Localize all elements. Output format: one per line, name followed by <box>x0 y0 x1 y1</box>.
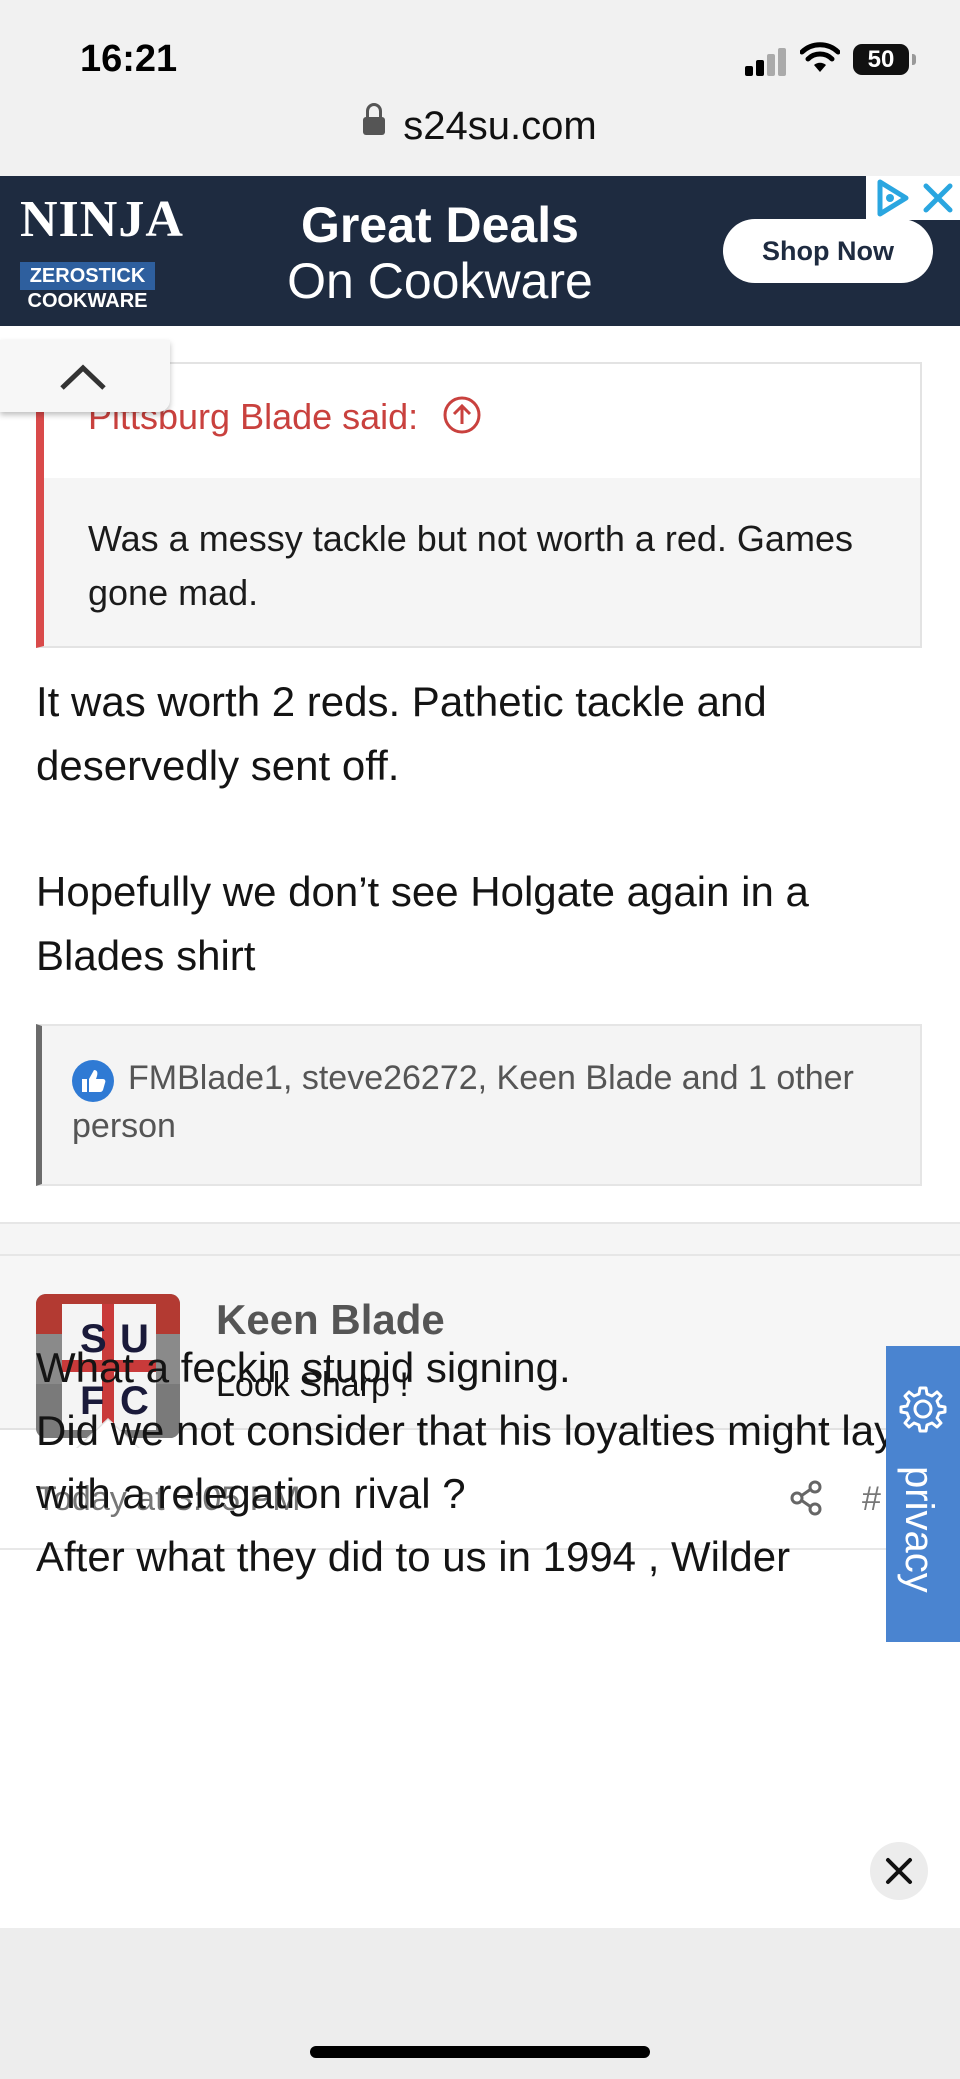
ad-banner[interactable]: NINJA ZEROSTICK COOKWARE Great Deals On … <box>0 176 960 326</box>
lock-icon <box>363 103 386 136</box>
url-text: s24su.com <box>403 104 597 148</box>
thread-content: Pittsburg Blade said: Was a messy tackle… <box>0 326 960 1928</box>
ad-choices[interactable] <box>866 176 960 220</box>
privacy-button[interactable]: privacy <box>886 1346 960 1642</box>
wifi-icon <box>800 42 840 72</box>
ad-brand: NINJA <box>20 191 184 248</box>
post-paragraph: It was worth 2 reds. Pathetic tackle and… <box>36 678 767 789</box>
close-ad-icon[interactable] <box>918 176 958 220</box>
privacy-label: privacy <box>897 1466 941 1593</box>
ad-headline: Great Deals <box>301 197 579 253</box>
ad-sub1: ZEROSTICK <box>20 262 155 290</box>
likes-text: FMBlade1, steve26272, Keen Blade and 1 o… <box>72 1059 854 1145</box>
post-line: What a feckin stupid signing. <box>36 1344 571 1391</box>
post-line: Did we not consider that his loyalties m… <box>36 1407 896 1517</box>
quote-text: Was a messy tackle but not worth a red. … <box>88 518 853 613</box>
post-line: After what they did to us in 1994 , Wild… <box>36 1533 791 1580</box>
post-body: What a feckin stupid signing. Did we not… <box>36 1336 926 1588</box>
url-bar[interactable]: s24su.com <box>0 100 960 176</box>
home-indicator[interactable] <box>310 2046 650 2058</box>
shop-now-button[interactable]: Shop Now <box>723 219 933 283</box>
ad-subline: On Cookware <box>287 253 593 309</box>
arrow-up-circle-icon[interactable] <box>442 395 482 435</box>
gear-icon <box>899 1386 947 1433</box>
bottom-toolbar <box>0 1928 960 2079</box>
clock: 16:21 <box>80 38 178 80</box>
post-body: It was worth 2 reds. Pathetic tackle and… <box>36 670 916 988</box>
chevron-up-icon <box>60 364 106 390</box>
post-paragraph: Hopefully we don’t see Holgate again in … <box>36 868 809 979</box>
divider <box>0 1222 960 1256</box>
status-bar: 16:21 50 <box>0 0 960 100</box>
ad-sub2: COOKWARE <box>27 290 148 312</box>
signal-icon <box>745 46 787 76</box>
likes-bar[interactable]: FMBlade1, steve26272, Keen Blade and 1 o… <box>36 1024 922 1186</box>
close-icon <box>886 1858 912 1884</box>
scroll-up-button[interactable] <box>0 340 170 412</box>
battery-icon: 50 <box>853 44 916 75</box>
close-button[interactable] <box>870 1842 928 1900</box>
adchoices-icon[interactable] <box>870 176 914 220</box>
